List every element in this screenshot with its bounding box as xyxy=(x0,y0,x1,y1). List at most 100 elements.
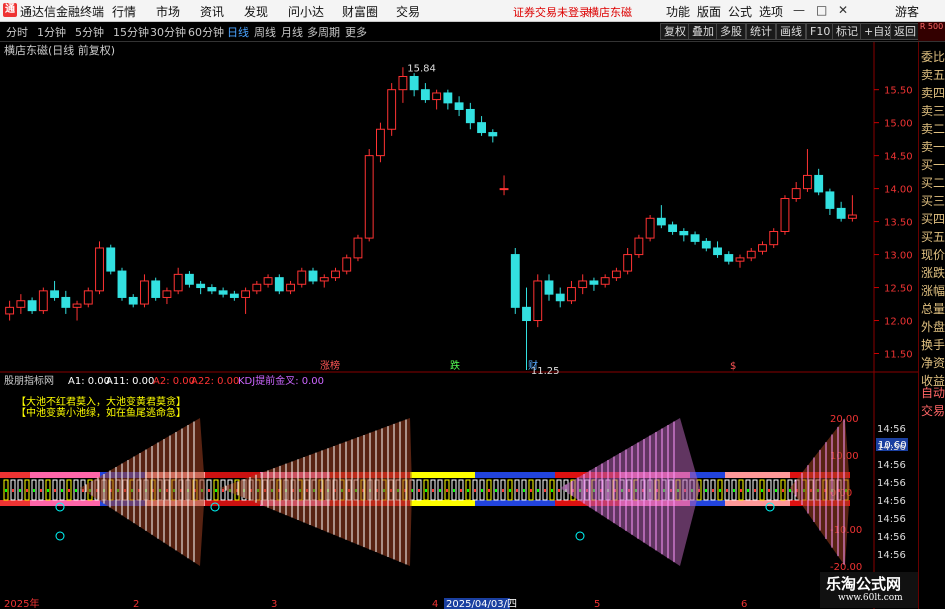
menu-item-ask[interactable]: 问小达 xyxy=(288,3,324,20)
candle-body xyxy=(117,270,127,298)
user-guest[interactable]: 游客 xyxy=(895,3,919,20)
back-button[interactable]: 返回 xyxy=(890,23,920,40)
menu-formula[interactable]: 公式 xyxy=(728,3,752,20)
candle-body xyxy=(27,300,37,312)
sidebar-trade-item[interactable]: 自动 xyxy=(921,384,945,401)
right-time-label: 14:56 xyxy=(877,496,906,507)
sidebar-item[interactable]: 现价 xyxy=(921,246,945,263)
candle-body xyxy=(567,287,576,302)
overlay-button[interactable]: 叠加 xyxy=(688,23,718,40)
indicator-note: 【大池不红君莫入，大池变黄君莫贪】 xyxy=(16,395,186,408)
sidebar-item[interactable]: 买三 xyxy=(921,192,945,209)
menu-item-trade[interactable]: 交易 xyxy=(396,3,420,20)
band-dot xyxy=(208,489,210,492)
right-time-label: 14:56 xyxy=(877,460,906,471)
watermark-title: 乐淘公式网 xyxy=(826,575,902,593)
candle-body xyxy=(634,237,644,256)
menu-item-market[interactable]: 市场 xyxy=(156,3,180,20)
indicator-a2: A2: 0.00 xyxy=(153,376,195,387)
sidebar-item[interactable]: 外盘 xyxy=(921,318,945,335)
sidebar-item[interactable]: 涨跌 xyxy=(921,264,945,281)
sidebar-item[interactable]: 卖五 xyxy=(921,66,945,83)
login-status[interactable]: 证券交易未登录 xyxy=(513,4,590,20)
band-dot xyxy=(40,489,42,492)
menu-item-quote[interactable]: 行情 xyxy=(112,3,136,20)
mark-button[interactable]: 标记 xyxy=(832,23,862,40)
f10-button[interactable]: F10 xyxy=(806,23,835,40)
maximize-icon[interactable]: □ xyxy=(816,3,827,17)
candle-body xyxy=(465,108,475,124)
candle-body xyxy=(38,290,48,312)
candle-body xyxy=(140,280,149,305)
candle-body xyxy=(443,92,453,104)
sidebar-item[interactable]: 卖三 xyxy=(921,102,945,119)
sidebar-item[interactable]: 卖一 xyxy=(921,138,945,155)
sidebar-item[interactable]: 净资 xyxy=(921,354,945,371)
band-bottom xyxy=(475,500,555,506)
candle-body xyxy=(432,92,442,101)
sidebar-item[interactable]: 买二 xyxy=(921,174,945,191)
stock-link[interactable]: 横店东磁 xyxy=(588,4,632,20)
candle-body xyxy=(353,237,363,259)
period-tab[interactable]: 60分钟 xyxy=(188,24,224,40)
band-dot xyxy=(12,489,14,492)
candle-body xyxy=(5,306,15,315)
sidebar-item[interactable]: 买一 xyxy=(921,156,945,173)
minimize-icon[interactable]: — xyxy=(793,3,805,17)
candle-body xyxy=(510,254,520,308)
band-top xyxy=(410,472,475,478)
period-tab[interactable]: 周线 xyxy=(254,24,276,40)
sidebar-item[interactable]: 买四 xyxy=(921,210,945,227)
period-tab[interactable]: 5分钟 xyxy=(75,24,104,40)
candle-body xyxy=(623,254,633,272)
candle-body xyxy=(499,188,509,191)
sidebar-trade-item[interactable]: 交易 xyxy=(921,402,945,419)
multi-stock-button[interactable]: 多股 xyxy=(716,23,746,40)
candle-body xyxy=(16,300,26,308)
menu-options[interactable]: 选项 xyxy=(759,3,783,20)
sidebar-item[interactable]: 买五 xyxy=(921,228,945,245)
sidebar-item[interactable]: 总量 xyxy=(921,300,945,317)
draw-line-button[interactable]: 画线 xyxy=(776,23,806,40)
period-tab[interactable]: 月线 xyxy=(281,24,303,40)
band-dot xyxy=(502,489,504,492)
app-logo-icon: 通 xyxy=(3,3,17,17)
band-dot xyxy=(47,489,49,492)
sidebar-item[interactable]: 卖二 xyxy=(921,120,945,137)
y-tick-label: 14.00 xyxy=(884,185,913,196)
candle-body xyxy=(488,132,498,137)
sidebar-item[interactable]: 委比 xyxy=(921,48,945,65)
close-icon[interactable]: ✕ xyxy=(838,3,848,17)
candle-body xyxy=(724,254,734,262)
sidebar-item[interactable]: 换手 xyxy=(921,336,945,353)
period-tab[interactable]: 分时 xyxy=(6,24,28,40)
candle-body xyxy=(162,290,172,298)
period-more[interactable]: 更多 xyxy=(345,24,367,40)
band-dot xyxy=(537,489,539,492)
menu-layout[interactable]: 版面 xyxy=(697,3,721,20)
period-tab[interactable]: 15分钟 xyxy=(113,24,149,40)
period-tab[interactable]: 多周期 xyxy=(307,24,340,40)
period-tab[interactable]: 30分钟 xyxy=(150,24,186,40)
sidebar-item[interactable]: 涨幅 xyxy=(921,282,945,299)
y-tick-label: 14.50 xyxy=(884,152,913,163)
menu-item-discover[interactable]: 发现 xyxy=(244,3,268,20)
band-dot xyxy=(705,489,707,492)
indicator-name: 股朋指标网 xyxy=(4,374,54,387)
band-dot xyxy=(789,489,791,492)
r-indicator: R 500 xyxy=(918,22,945,41)
period-tab-active[interactable]: 日线 xyxy=(227,24,249,40)
period-toolbar: 分时 1分钟 5分钟 15分钟 30分钟 60分钟 日线 周线 月线 多周期 更… xyxy=(0,22,945,42)
adjust-button[interactable]: 复权 xyxy=(660,23,690,40)
menu-item-wealth[interactable]: 财富圈 xyxy=(342,3,378,20)
sidebar-item[interactable]: 卖四 xyxy=(921,84,945,101)
menu-function[interactable]: 功能 xyxy=(666,3,690,20)
chart-area[interactable]: 横店东磁(日线 前复权) 15.50 15.00 14.50 14.00 13.50 13.… xyxy=(0,42,918,609)
stats-button[interactable]: 统计 xyxy=(746,23,776,40)
y-tick-label: 15.00 xyxy=(884,119,913,130)
period-tab[interactable]: 1分钟 xyxy=(37,24,66,40)
candle-body xyxy=(95,247,104,292)
band-dot xyxy=(453,489,455,492)
menu-item-news[interactable]: 资讯 xyxy=(200,3,224,20)
y-tick-label: 13.50 xyxy=(884,218,913,229)
